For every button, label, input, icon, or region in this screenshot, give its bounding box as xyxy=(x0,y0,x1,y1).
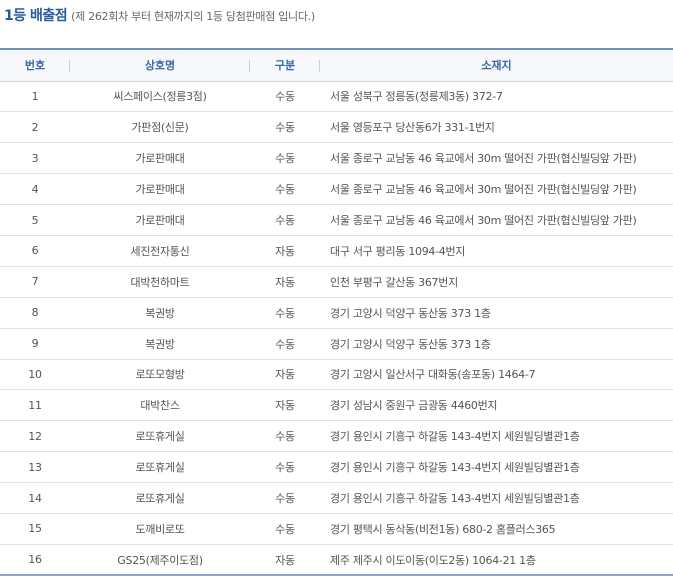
cell-type: 수동 xyxy=(250,173,320,206)
table-header: 번호 상호명 구분 소재지 xyxy=(0,48,673,82)
cell-store-name: 가로판매대 xyxy=(70,204,250,236)
table-row: 7 대박천하마트 자동 인천 부평구 갈산동 367번지 xyxy=(0,266,673,298)
cell-type: 자동 xyxy=(250,266,320,298)
page-subtitle: (제 262회차 부터 현재까지의 1등 당첨판매점 입니다.) xyxy=(71,10,315,23)
cell-type: 수동 xyxy=(250,420,320,453)
cell-store-name: 가판점(신문) xyxy=(70,111,250,144)
table-row: 12 로또휴게실 수동 경기 용인시 기흥구 하갈동 143-4번지 세원빌딩별관1층 xyxy=(0,420,673,453)
cell-address: 경기 용인시 기흥구 하갈동 143-4번지 세원빌딩별관1층 xyxy=(320,482,673,514)
cell-address: 서울 종로구 교남동 46 육교에서 30m 떨어진 가판(협신빌딩앞 가판) xyxy=(320,173,673,206)
cell-number: 2 xyxy=(0,111,70,144)
cell-type: 수동 xyxy=(250,451,320,484)
cell-store-name: 도깨비로또 xyxy=(70,513,250,545)
cell-store-name: 가로판매대 xyxy=(70,173,250,206)
cell-type: 수동 xyxy=(250,513,320,545)
cell-type: 수동 xyxy=(250,328,320,360)
cell-number: 6 xyxy=(0,235,70,267)
cell-address: 서울 영등포구 당산동6가 331-1번지 xyxy=(320,111,673,144)
cell-address: 대구 서구 평리동 1094-4번지 xyxy=(320,235,673,267)
cell-number: 4 xyxy=(0,173,70,206)
cell-number: 9 xyxy=(0,328,70,360)
cell-number: 3 xyxy=(0,142,70,175)
cell-store-name: 씨스페이스(정릉3점) xyxy=(70,81,250,113)
table-row: 11 대박찬스 자동 경기 성남시 중원구 금광동 4460번지 xyxy=(0,389,673,422)
cell-type: 수동 xyxy=(250,111,320,144)
cell-number: 7 xyxy=(0,266,70,298)
page-title: 1등 배출점 xyxy=(4,8,68,24)
table-row: 15 도깨비로또 수동 경기 평택시 동삭동(비전1동) 680-2 홈플러스365 xyxy=(0,513,673,545)
cell-type: 자동 xyxy=(250,389,320,422)
cell-store-name: 세진전자통신 xyxy=(70,235,250,267)
cell-number: 12 xyxy=(0,420,70,453)
cell-number: 5 xyxy=(0,204,70,236)
cell-store-name: GS25(제주이도점) xyxy=(70,544,250,577)
table-header-row: 번호 상호명 구분 소재지 xyxy=(0,48,673,82)
cell-store-name: 로또휴게실 xyxy=(70,482,250,514)
winners-table-container: 번호 상호명 구분 소재지 1 씨스페이스(정릉3점) 수동 서울 성북구 정릉동(정… xyxy=(0,48,673,577)
cell-number: 16 xyxy=(0,544,70,577)
cell-store-name: 로또모형방 xyxy=(70,359,250,391)
cell-address: 경기 용인시 기흥구 하갈동 143-4번지 세원빌딩별관1층 xyxy=(320,420,673,453)
cell-address: 경기 용인시 기흥구 하갈동 143-4번지 세원빌딩별관1층 xyxy=(320,451,673,484)
cell-type: 수동 xyxy=(250,204,320,236)
column-header-store-name: 상호명 xyxy=(70,48,250,82)
cell-store-name: 복권방 xyxy=(70,328,250,360)
table-row: 4 가로판매대 수동 서울 종로구 교남동 46 육교에서 30m 떨어진 가판(협신… xyxy=(0,173,673,206)
cell-number: 13 xyxy=(0,451,70,484)
table-row: 10 로또모형방 자동 경기 고양시 일산서구 대화동(송포동) 1464-7 xyxy=(0,359,673,391)
cell-address: 서울 성북구 정릉동(정릉제3동) 372-7 xyxy=(320,81,673,113)
cell-store-name: 복권방 xyxy=(70,297,250,329)
cell-address: 경기 성남시 중원구 금광동 4460번지 xyxy=(320,389,673,422)
cell-store-name: 대박찬스 xyxy=(70,389,250,422)
cell-type: 자동 xyxy=(250,544,320,577)
cell-address: 인천 부평구 갈산동 367번지 xyxy=(320,266,673,298)
cell-number: 1 xyxy=(0,81,70,113)
column-header-address: 소재지 xyxy=(320,48,673,82)
cell-address: 서울 종로구 교남동 46 육교에서 30m 떨어진 가판(협신빌딩앞 가판) xyxy=(320,142,673,175)
cell-address: 서울 종로구 교남동 46 육교에서 30m 떨어진 가판(협신빌딩앞 가판) xyxy=(320,204,673,236)
table-row: 16 GS25(제주이도점) 자동 제주 제주시 이도이동(이도2동) 1064-21… xyxy=(0,544,673,577)
page-heading: 1등 배출점 (제 262회차 부터 현재까지의 1등 당첨판매점 입니다.) xyxy=(4,4,315,26)
cell-address: 경기 고양시 덕양구 동산동 373 1층 xyxy=(320,328,673,360)
table-row: 1 씨스페이스(정릉3점) 수동 서울 성북구 정릉동(정릉제3동) 372-7 xyxy=(0,81,673,113)
cell-address: 경기 평택시 동삭동(비전1동) 680-2 홈플러스365 xyxy=(320,513,673,545)
table-row: 3 가로판매대 수동 서울 종로구 교남동 46 육교에서 30m 떨어진 가판(협신… xyxy=(0,142,673,175)
cell-number: 15 xyxy=(0,513,70,545)
cell-number: 14 xyxy=(0,482,70,514)
cell-number: 8 xyxy=(0,297,70,329)
winners-table: 번호 상호명 구분 소재지 1 씨스페이스(정릉3점) 수동 서울 성북구 정릉동(정… xyxy=(0,48,673,577)
column-header-number: 번호 xyxy=(0,48,70,82)
cell-type: 자동 xyxy=(250,359,320,391)
cell-number: 10 xyxy=(0,359,70,391)
table-row: 14 로또휴게실 수동 경기 용인시 기흥구 하갈동 143-4번지 세원빌딩별관1층 xyxy=(0,482,673,514)
table-row: 6 세진전자통신 자동 대구 서구 평리동 1094-4번지 xyxy=(0,235,673,267)
cell-number: 11 xyxy=(0,389,70,422)
table-row: 8 복권방 수동 경기 고양시 덕양구 동산동 373 1층 xyxy=(0,297,673,329)
cell-store-name: 로또휴게실 xyxy=(70,420,250,453)
table-body: 1 씨스페이스(정릉3점) 수동 서울 성북구 정릉동(정릉제3동) 372-7 2 가판… xyxy=(0,81,673,577)
table-row: 5 가로판매대 수동 서울 종로구 교남동 46 육교에서 30m 떨어진 가판(협신… xyxy=(0,204,673,236)
cell-store-name: 가로판매대 xyxy=(70,142,250,175)
cell-type: 수동 xyxy=(250,142,320,175)
cell-type: 자동 xyxy=(250,235,320,267)
cell-type: 수동 xyxy=(250,297,320,329)
cell-type: 수동 xyxy=(250,81,320,113)
cell-store-name: 로또휴게실 xyxy=(70,451,250,484)
cell-address: 경기 고양시 일산서구 대화동(송포동) 1464-7 xyxy=(320,359,673,391)
table-row: 2 가판점(신문) 수동 서울 영등포구 당산동6가 331-1번지 xyxy=(0,111,673,144)
cell-address: 경기 고양시 덕양구 동산동 373 1층 xyxy=(320,297,673,329)
cell-store-name: 대박천하마트 xyxy=(70,266,250,298)
cell-address: 제주 제주시 이도이동(이도2동) 1064-21 1층 xyxy=(320,544,673,577)
cell-type: 수동 xyxy=(250,482,320,514)
column-header-type: 구분 xyxy=(250,48,320,82)
table-row: 9 복권방 수동 경기 고양시 덕양구 동산동 373 1층 xyxy=(0,328,673,360)
table-row: 13 로또휴게실 수동 경기 용인시 기흥구 하갈동 143-4번지 세원빌딩별관1층 xyxy=(0,451,673,484)
